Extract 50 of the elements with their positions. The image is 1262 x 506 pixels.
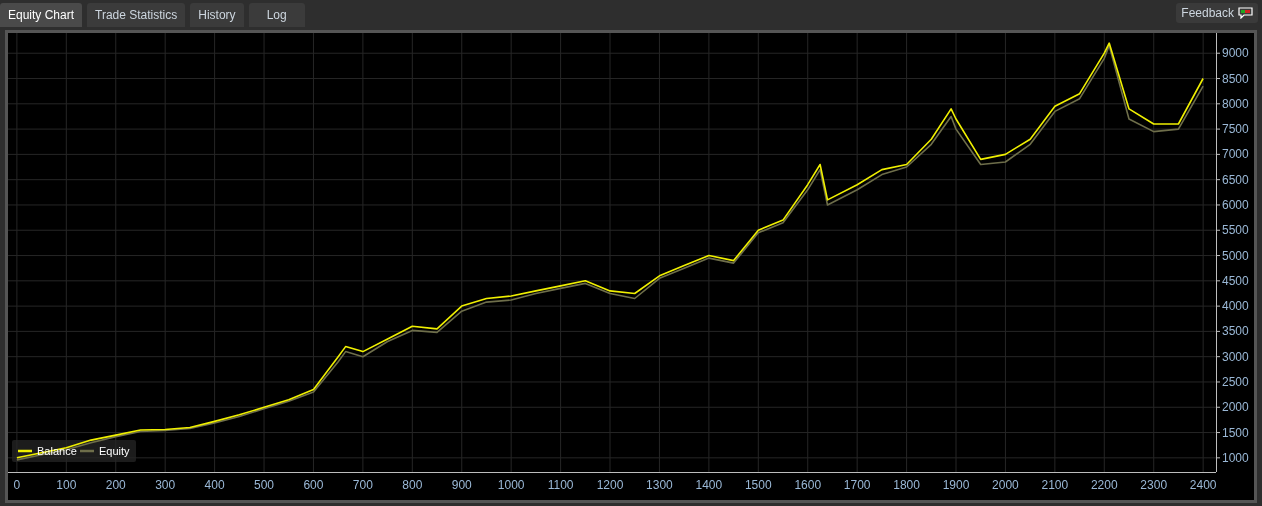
y-tick-label: 6500 — [1222, 172, 1249, 187]
x-tick-label: 1000 — [497, 478, 525, 492]
x-tick-label: 2300 — [1140, 478, 1168, 492]
y-tick-label: 9000 — [1222, 46, 1249, 61]
x-tick-label: 1700 — [843, 478, 871, 492]
y-tick-label: 7000 — [1222, 147, 1249, 162]
x-tick-label: 1200 — [596, 478, 624, 492]
y-tick-label: 5500 — [1222, 223, 1249, 238]
x-tick-label: 700 — [352, 478, 373, 492]
x-tick-label: 400 — [204, 478, 225, 492]
x-tick-label: 1400 — [695, 478, 723, 492]
x-tick-label: 800 — [402, 478, 423, 492]
legend-entry: Equity — [80, 445, 130, 457]
feedback-button[interactable]: Feedback — [1176, 3, 1258, 23]
y-tick-label: 5000 — [1222, 248, 1249, 263]
tab[interactable]: History — [190, 3, 244, 27]
x-tick-label: 1800 — [893, 478, 920, 492]
tab[interactable]: Equity Chart — [0, 3, 83, 27]
y-tick-label: 2000 — [1222, 400, 1249, 415]
y-tick-label: 4000 — [1222, 299, 1249, 314]
y-tick-label: 4500 — [1222, 273, 1249, 288]
x-tick-label: 500 — [254, 478, 275, 492]
y-tick-label: 1000 — [1222, 450, 1249, 465]
x-tick-label: 600 — [303, 478, 324, 492]
y-tick-label: 8500 — [1222, 71, 1249, 86]
y-tick-label: 8000 — [1222, 96, 1249, 111]
y-tick-label: 3000 — [1222, 349, 1249, 364]
x-tick-label: 1300 — [646, 478, 673, 492]
x-tick-label: 1100 — [547, 478, 574, 492]
x-tick-label: 200 — [105, 478, 126, 492]
tab[interactable]: Log — [248, 3, 305, 27]
tab[interactable]: Trade Statistics — [87, 3, 186, 27]
x-tick-label: 2000 — [992, 478, 1019, 492]
y-tick-label: 3500 — [1222, 324, 1249, 339]
x-tick-label: 0 — [13, 478, 21, 492]
speech-bubble-icon — [1238, 7, 1253, 19]
x-tick-label: 2200 — [1090, 478, 1118, 492]
x-tick-label: 300 — [155, 478, 176, 492]
x-tick-label: 2100 — [1041, 478, 1069, 492]
x-tick-label: 2400 — [1189, 478, 1217, 492]
y-tick-label: 1500 — [1222, 425, 1249, 440]
y-tick-label: 6000 — [1222, 197, 1249, 212]
legend-label: Equity — [99, 445, 131, 457]
x-tick-label: 1600 — [794, 478, 822, 492]
y-tick-label: 2500 — [1222, 374, 1249, 389]
x-tick-label: 1900 — [942, 478, 970, 492]
x-tick-label: 900 — [451, 478, 472, 492]
x-tick-label: 100 — [56, 478, 77, 492]
y-tick-label: 7500 — [1222, 122, 1249, 137]
x-tick-label: 1500 — [744, 478, 772, 492]
